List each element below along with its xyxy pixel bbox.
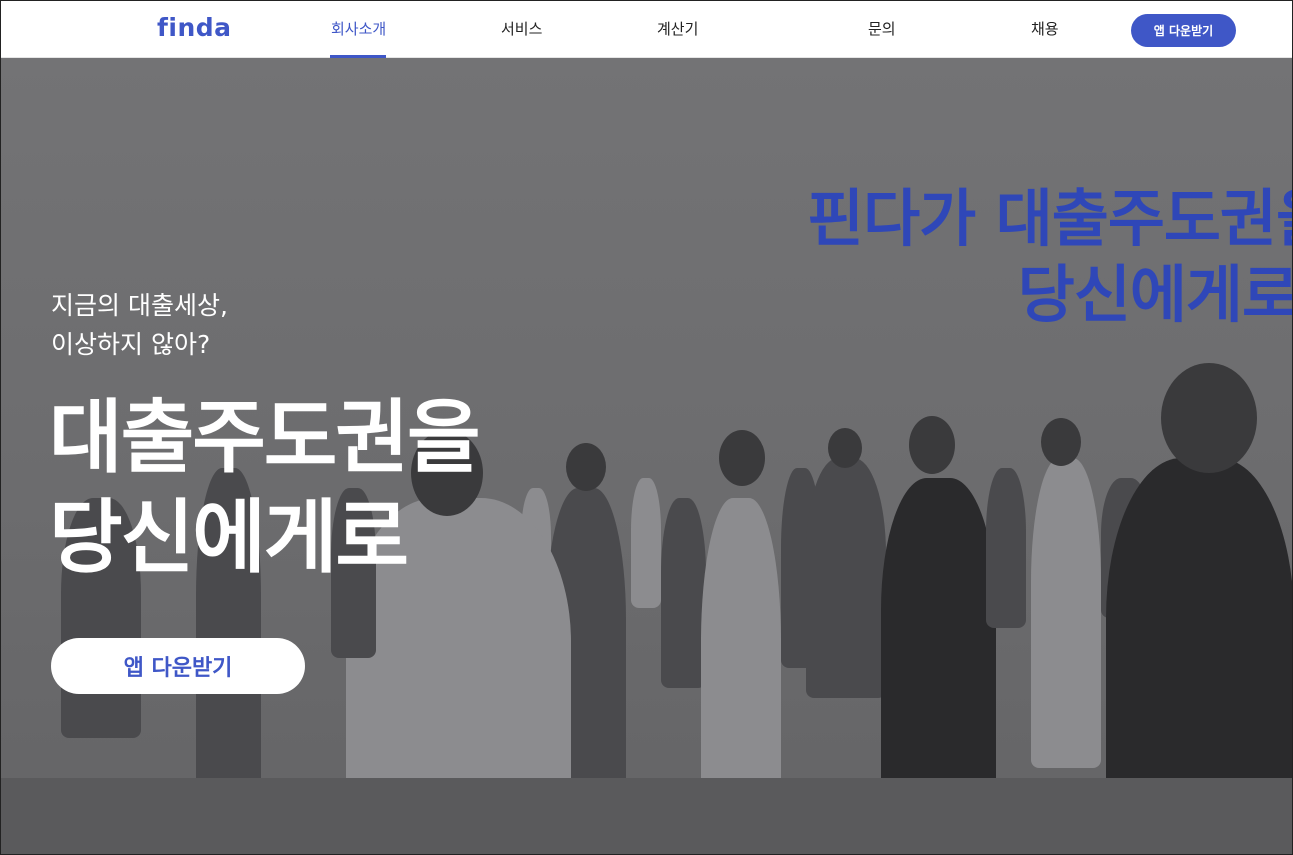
hero-headline: 대출주도권을 당신에게로 <box>49 388 481 588</box>
crowd-person <box>661 498 706 688</box>
crowd-person <box>881 478 996 808</box>
crowd-person <box>631 478 661 608</box>
hero-eyebrow-line1: 지금의 대출세상, <box>51 291 228 320</box>
page-frame: finda 회사소개 서비스 계산기 문의 채용 앱 다운받기 핀다가 대출주도… <box>0 0 1293 855</box>
hero-eyebrow: 지금의 대출세상, 이상하지 않아? <box>51 286 228 364</box>
billboard-text-line2: 당신에게로 <box>1017 258 1292 331</box>
top-navigation-bar: finda 회사소개 서비스 계산기 문의 채용 앱 다운받기 <box>1 1 1292 58</box>
hero-headline-line1: 대출주도권을 <box>49 391 481 484</box>
crowd-person-head <box>1041 418 1081 466</box>
hero-app-download-button[interactable]: 앱 다운받기 <box>51 638 305 694</box>
crowd-floor-shadow <box>1 778 1292 854</box>
hero-section: 핀다가 대출주도권을 당신에게로 지금의 대출세상, 이상하지 않아? 대출주도… <box>1 58 1292 854</box>
hero-headline-line2: 당신에게로 <box>49 491 409 584</box>
nav-item-service[interactable]: 서비스 <box>501 18 542 39</box>
crowd-person <box>1031 458 1101 768</box>
nav-item-calculator[interactable]: 계산기 <box>657 18 698 39</box>
crowd-person-head <box>719 430 765 486</box>
finda-logo[interactable]: finda <box>157 13 232 42</box>
crowd-person-head <box>909 416 955 474</box>
crowd-person-head <box>828 428 862 468</box>
crowd-person <box>806 458 886 698</box>
nav-active-indicator <box>330 55 386 58</box>
crowd-person-head <box>1161 363 1257 473</box>
nav-item-company[interactable]: 회사소개 <box>331 18 386 39</box>
hero-eyebrow-line2: 이상하지 않아? <box>51 330 211 359</box>
nav-item-inquiry[interactable]: 문의 <box>868 18 896 39</box>
crowd-person <box>986 468 1026 628</box>
header-app-download-button[interactable]: 앱 다운받기 <box>1131 14 1236 47</box>
nav-item-recruit[interactable]: 채용 <box>1031 18 1059 39</box>
crowd-person-head <box>566 443 606 491</box>
